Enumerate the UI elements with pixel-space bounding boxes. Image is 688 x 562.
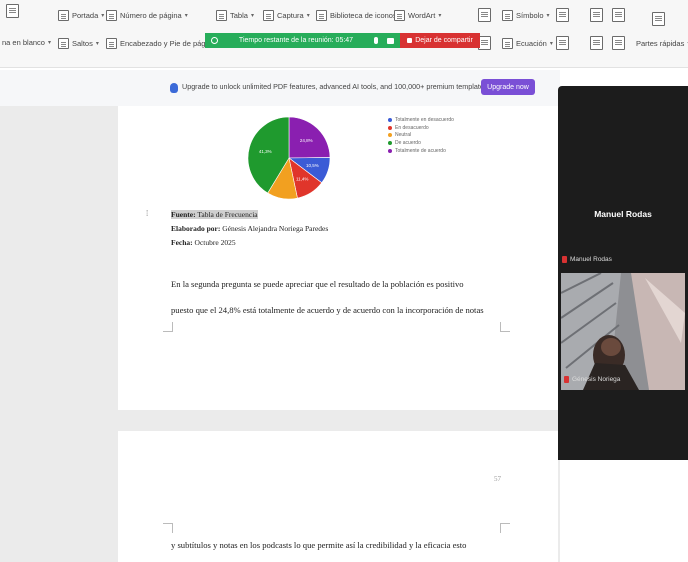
camera-icon: [263, 10, 274, 21]
legend-swatch: [388, 133, 392, 138]
table-icon: [216, 10, 227, 21]
stop-sharing-button[interactable]: Dejar de compartir: [400, 33, 480, 48]
paperclip-icon: [612, 8, 625, 22]
breaks-icon: [58, 38, 69, 49]
portada-button[interactable]: Portada ▾: [58, 10, 104, 21]
saltos-button[interactable]: Saltos ▾: [58, 38, 99, 49]
page2-paragraph-line: y subtítulos y notas en los podcasts lo …: [171, 540, 467, 550]
quick-parts-button[interactable]: Partes rápidas▾: [636, 39, 688, 48]
ribbon-toolbar: na en blanco ▾ Portada ▾ Saltos ▾ Número de…: [0, 0, 688, 68]
microphone-icon[interactable]: [374, 37, 378, 44]
icon-library-icon: [316, 10, 327, 21]
author-line: Elaborado por: Génesis Alejandra Noriega…: [171, 224, 329, 233]
symbol-button[interactable]: Símbolo ▾: [502, 10, 550, 21]
wordart-button[interactable]: WordArt ▾: [394, 10, 441, 21]
header-footer-button[interactable]: Encabezado y Pie de página: [106, 38, 216, 49]
legend-item: Neutral: [388, 132, 454, 140]
legend-item: En desacuerdo: [388, 124, 454, 132]
paragraph-line-2: puesto que el 24,8% está totalmente de a…: [171, 305, 484, 315]
legend-swatch: [388, 117, 392, 122]
shield-icon: [170, 83, 178, 93]
participant-label: Génesis Noriega: [564, 376, 620, 383]
draw-button[interactable]: [556, 36, 569, 50]
pen-icon: [556, 36, 569, 50]
textbox-icon: [590, 36, 603, 50]
crop-mark: [500, 523, 510, 533]
crop-mark: [163, 322, 173, 332]
participant-video[interactable]: [561, 273, 685, 390]
document-page[interactable]: [118, 106, 558, 410]
paragraph-marker: ⁞: [146, 209, 149, 218]
crop-mark: [500, 322, 510, 332]
blank-page-label[interactable]: na en blanco ▾: [2, 38, 51, 47]
microphone-muted-icon: [562, 256, 567, 263]
pie-data-label: 41,3%: [259, 149, 272, 154]
pie-data-label: 10,5%: [306, 163, 319, 168]
icon-library-button[interactable]: Biblioteca de iconos: [316, 10, 397, 21]
quick-parts-icon-button[interactable]: [652, 12, 665, 26]
video-frame-image: [561, 273, 685, 390]
frame-button[interactable]: [612, 36, 625, 50]
meeting-timer: Tiempo restante de la reunión: 05:47: [205, 33, 400, 48]
textbox-button[interactable]: [590, 36, 603, 50]
equation-icon: [502, 38, 513, 49]
meeting-status-bar: Tiempo restante de la reunión: 05:47 Dej…: [205, 33, 480, 48]
chart-legend: Totalmente en desacuerdo En desacuerdo Neu…: [388, 116, 454, 155]
page-number-icon: [106, 10, 117, 21]
pie-data-label: 11,4%: [296, 176, 308, 181]
legend-label: Totalmente de acuerdo: [395, 148, 446, 155]
legend-label: Totalmente en desacuerdo: [395, 116, 454, 123]
legend-swatch: [388, 125, 392, 130]
signature-button[interactable]: [478, 8, 491, 22]
legend-label: Neutral: [395, 132, 412, 139]
pie-chart: 24,8% 10,5% 11,4% 41,3%: [247, 116, 331, 200]
dropcap-button[interactable]: [556, 8, 569, 22]
cover-page-icon: [58, 10, 69, 21]
camera-icon[interactable]: [387, 37, 394, 44]
active-speaker-name: Manuel Rodas: [594, 209, 652, 219]
dropcap-icon: [556, 8, 569, 22]
source-line: Fuente: Tabla de Frecuencia: [171, 210, 258, 219]
bookmark-button[interactable]: [590, 8, 603, 22]
link-button[interactable]: [612, 8, 625, 22]
quick-parts-icon: [652, 12, 665, 26]
legend-swatch: [388, 141, 392, 146]
page-number: 57: [494, 475, 501, 483]
blank-page-button[interactable]: [6, 4, 19, 18]
upgrade-banner: Upgrade to unlock unlimited PDF features…: [0, 70, 560, 106]
legend-item: De acuerdo: [388, 139, 454, 147]
legend-swatch: [388, 149, 392, 154]
clock-icon: [211, 37, 218, 44]
crop-mark: [163, 523, 173, 533]
upgrade-banner-text: Upgrade to unlock unlimited PDF features…: [182, 82, 490, 91]
omega-icon: [502, 10, 513, 21]
capture-button[interactable]: Captura ▾: [263, 10, 310, 21]
equation-button[interactable]: Ecuación ▾: [502, 38, 553, 49]
legend-item: Totalmente de acuerdo: [388, 147, 454, 155]
participant-label: Manuel Rodas: [562, 256, 612, 263]
bookmark-icon: [590, 8, 603, 22]
header-footer-icon: [106, 38, 117, 49]
page-icon: [6, 4, 19, 18]
paragraph-line-1: En la segunda pregunta se puede apreciar…: [171, 279, 464, 289]
wordart-icon: [394, 10, 405, 21]
date-line: Fecha: Octubre 2025: [171, 238, 236, 247]
pie-data-label: 24,8%: [300, 138, 313, 143]
upgrade-now-button[interactable]: Upgrade now: [481, 79, 535, 95]
page-number-button[interactable]: Número de página ▾: [106, 10, 188, 21]
table-button[interactable]: Tabla ▾: [216, 10, 254, 21]
signature-icon: [478, 8, 491, 22]
stop-icon: [407, 38, 413, 43]
legend-label: De acuerdo: [395, 140, 421, 147]
legend-label: En desacuerdo: [395, 124, 429, 131]
frame-icon: [612, 36, 625, 50]
microphone-muted-icon: [564, 376, 569, 383]
legend-item: Totalmente en desacuerdo: [388, 116, 454, 124]
